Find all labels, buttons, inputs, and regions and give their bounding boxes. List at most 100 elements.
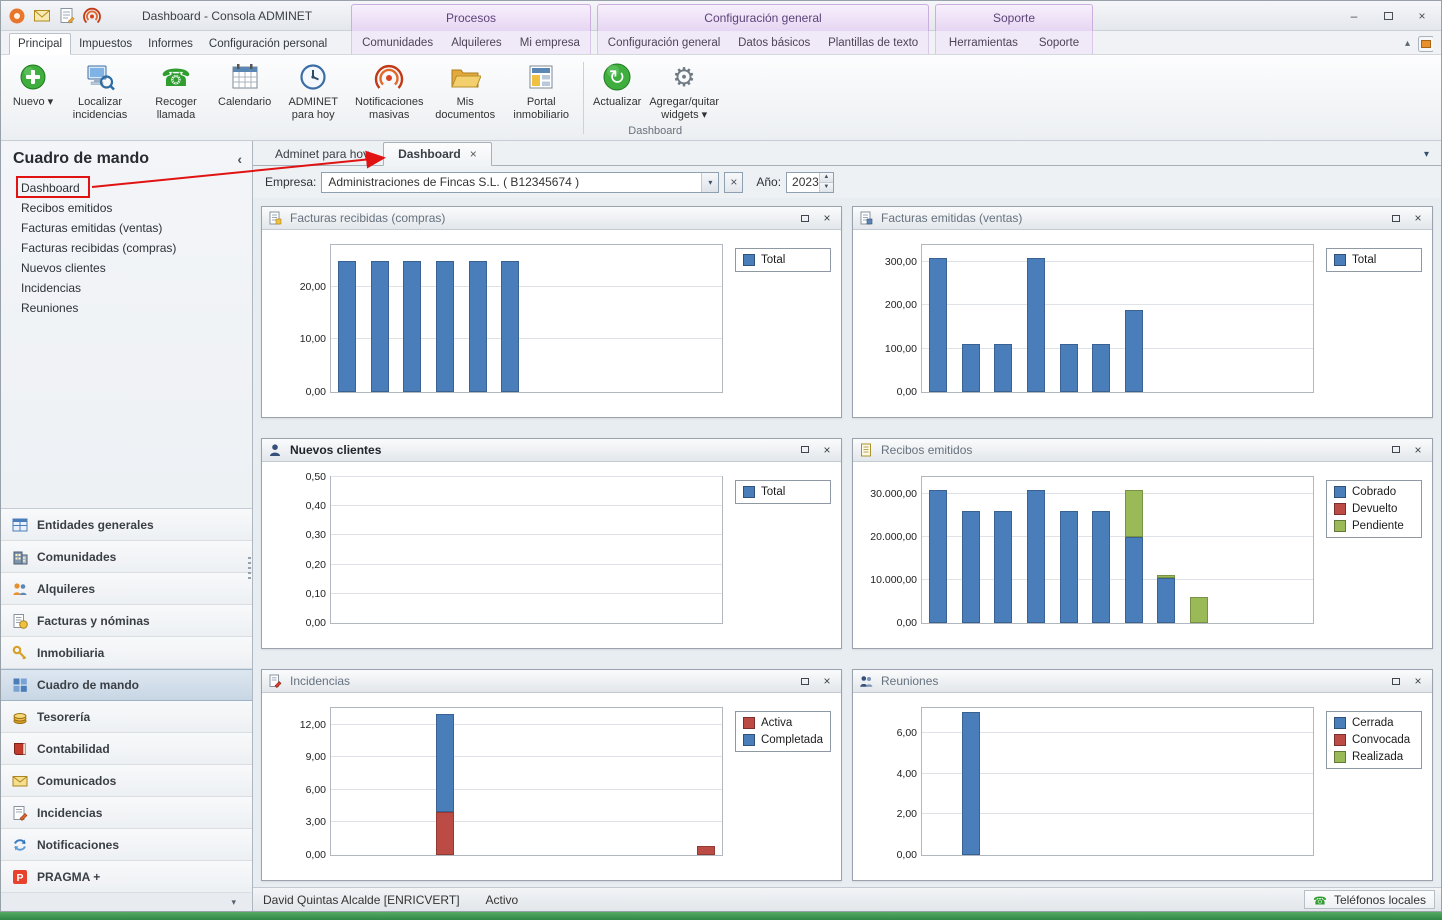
gridline	[922, 773, 1313, 774]
app-icon[interactable]	[7, 6, 27, 26]
widget-maximize-button[interactable]	[1388, 442, 1404, 458]
widget-maximize-button[interactable]	[797, 442, 813, 458]
sidebar-item-dashboard[interactable]: Dashboard	[1, 178, 252, 198]
ribbon-button-actualizar[interactable]: ↻Actualizar	[589, 58, 645, 123]
ribbon-button-recoger-llamada[interactable]: ☎Recoger llamada	[139, 58, 213, 138]
sidebar-collapse-button[interactable]: ‹	[237, 151, 242, 167]
widget-maximize-button[interactable]	[797, 210, 813, 226]
nav-item-tesoreria[interactable]: Tesorería	[1, 701, 252, 733]
widget-header[interactable]: Incidencias×	[262, 670, 841, 693]
widget-close-button[interactable]: ×	[1410, 673, 1426, 689]
nav-item-incidencias[interactable]: Incidencias	[1, 797, 252, 829]
ribbon-button-calendario[interactable]: Calendario	[215, 58, 274, 138]
broadcast-icon	[372, 61, 406, 93]
sidebar-item-facturas-emitidas-ventas[interactable]: Facturas emitidas (ventas)	[1, 218, 252, 238]
close-button[interactable]: ×	[1411, 7, 1433, 24]
widget-close-button[interactable]: ×	[819, 442, 835, 458]
anio-spinner[interactable]: 2023 ▲▼	[786, 172, 834, 193]
sidebar-item-reuniones[interactable]: Reuniones	[1, 298, 252, 318]
tab-label: Dashboard	[398, 147, 461, 161]
ribbon-collapse-icon[interactable]: ▴	[1405, 38, 1410, 49]
ribbon-tab-informes[interactable]: Informes	[140, 34, 201, 54]
spinner-down-icon[interactable]: ▼	[820, 183, 833, 192]
empresa-combobox[interactable]: Administraciones de Fincas S.L. ( B12345…	[321, 172, 719, 193]
nav-item-inmobiliaria[interactable]: Inmobiliaria	[1, 637, 252, 669]
ribbon-button-agregar-quitar-widgets[interactable]: ⚙Agregar/quitar widgets ▾	[647, 58, 721, 123]
widget-header[interactable]: Reuniones×	[853, 670, 1432, 693]
nav-item-alquileres[interactable]: Alquileres	[1, 573, 252, 605]
tab-list-dropdown-icon[interactable]: ▾	[1424, 149, 1429, 160]
widget-recibos-emitidos: Recibos emitidos×0,0010.000,0020.000,003…	[852, 438, 1433, 650]
widget-close-button[interactable]: ×	[819, 210, 835, 226]
widget-maximize-button[interactable]	[1388, 210, 1404, 226]
nav-item-pragma[interactable]: PPRAGMA +	[1, 861, 252, 893]
empresa-clear-button[interactable]: ×	[724, 172, 743, 193]
y-tick-label: 10,00	[268, 333, 326, 345]
ribbon-tab-configuracion-personal[interactable]: Configuración personal	[201, 34, 335, 54]
ribbon-tab-mi-empresa[interactable]: Mi empresa	[512, 33, 588, 53]
ribbon-tab-impuestos[interactable]: Impuestos	[71, 34, 140, 54]
ribbon-tab-soporte[interactable]: Soporte	[1031, 33, 1087, 53]
svg-text:P: P	[16, 872, 23, 884]
local-phones-button[interactable]: ☎ Teléfonos locales	[1304, 890, 1435, 909]
legend-item: Completada	[743, 734, 823, 746]
ribbon-button-nuevo[interactable]: Nuevo ▾	[5, 58, 61, 138]
ribbon-button-mis-documentos[interactable]: Mis documentos	[428, 58, 502, 138]
spinner-up-icon[interactable]: ▲	[820, 173, 833, 183]
nav-item-comunidades[interactable]: Comunidades	[1, 541, 252, 573]
sidebar-overflow-button[interactable]: ▾	[1, 893, 252, 911]
tab-adminet-para-hoy[interactable]: Adminet para hoy	[261, 143, 383, 165]
sidebar-item-incidencias[interactable]: Incidencias	[1, 278, 252, 298]
tab-close-icon[interactable]: ×	[470, 147, 477, 161]
nav-item-label: Tesorería	[37, 710, 90, 724]
gridline	[331, 534, 722, 535]
minimize-button[interactable]: –	[1343, 7, 1365, 24]
nav-item-entidades-generales[interactable]: Entidades generales	[1, 509, 252, 541]
y-tick-label: 0,00	[859, 617, 917, 629]
broadcast-small-icon[interactable]	[82, 6, 102, 26]
ribbon-tab-herramientas[interactable]: Herramientas	[941, 33, 1026, 53]
ribbon-buttons-dashboard: ↻Actualizar⚙Agregar/quitar widgets ▾	[589, 58, 721, 123]
ribbon-button-localizar-incidencias[interactable]: Localizar incidencias	[63, 58, 137, 138]
widget-close-button[interactable]: ×	[819, 673, 835, 689]
ribbon-tab-datos-basicos[interactable]: Datos básicos	[730, 33, 818, 53]
bar-segment-cobrado	[1157, 578, 1175, 623]
sidebar-item-nuevos-clientes[interactable]: Nuevos clientes	[1, 258, 252, 278]
nav-item-cuadro-de-mando[interactable]: Cuadro de mando	[1, 669, 252, 701]
widget-header[interactable]: Recibos emitidos×	[853, 439, 1432, 462]
nav-item-facturas-y-nominas[interactable]: Facturas y nóminas	[1, 605, 252, 637]
widget-header[interactable]: Nuevos clientes×	[262, 439, 841, 462]
sidebar-item-recibos-emitidos[interactable]: Recibos emitidos	[1, 198, 252, 218]
sidebar-item-facturas-recibidas-compras[interactable]: Facturas recibidas (compras)	[1, 238, 252, 258]
y-tick-label: 4,00	[859, 768, 917, 780]
tasks-icon[interactable]	[57, 6, 77, 26]
ribbon-tab-configuracion-general[interactable]: Configuración general	[600, 33, 729, 53]
ribbon-tab-plantillas-de-texto[interactable]: Plantillas de texto	[820, 33, 926, 53]
splitter-grip[interactable]	[248, 557, 251, 581]
restore-button[interactable]	[1377, 7, 1399, 24]
widget-header[interactable]: Facturas emitidas (ventas)×	[853, 207, 1432, 230]
mail-icon[interactable]	[32, 6, 52, 26]
ribbon-tab-alquileres[interactable]: Alquileres	[443, 33, 510, 53]
ribbon-tab-principal[interactable]: Principal	[9, 33, 71, 55]
tab-dashboard[interactable]: Dashboard ×	[383, 142, 492, 166]
ribbon-button-adminet-para-hoy[interactable]: ADMINET para hoy	[276, 58, 350, 138]
widget-header[interactable]: Facturas recibidas (compras)×	[262, 207, 841, 230]
nav-item-comunicados[interactable]: Comunicados	[1, 765, 252, 797]
widget-close-button[interactable]: ×	[1410, 210, 1426, 226]
widget-maximize-button[interactable]	[1388, 673, 1404, 689]
nav-item-notificaciones[interactable]: Notificaciones	[1, 829, 252, 861]
gridline	[331, 593, 722, 594]
style-gallery-icon[interactable]	[1418, 36, 1433, 51]
ribbon-tab-comunidades[interactable]: Comunidades	[354, 33, 441, 53]
widget-maximize-button[interactable]	[797, 673, 813, 689]
ribbon: Nuevo ▾Localizar incidencias☎Recoger lla…	[1, 55, 1441, 141]
nav-item-label: Entidades generales	[37, 518, 154, 532]
receipt-icon	[859, 443, 875, 457]
nav-item-contabilidad[interactable]: Contabilidad	[1, 733, 252, 765]
widget-close-button[interactable]: ×	[1410, 442, 1426, 458]
invoice-icon	[268, 211, 284, 225]
ribbon-button-notificaciones-masivas[interactable]: Notificaciones masivas	[352, 58, 426, 138]
ribbon-button-portal-inmobiliario[interactable]: Portal inmobiliario	[504, 58, 578, 138]
combo-dropdown-icon[interactable]: ▾	[701, 173, 718, 192]
